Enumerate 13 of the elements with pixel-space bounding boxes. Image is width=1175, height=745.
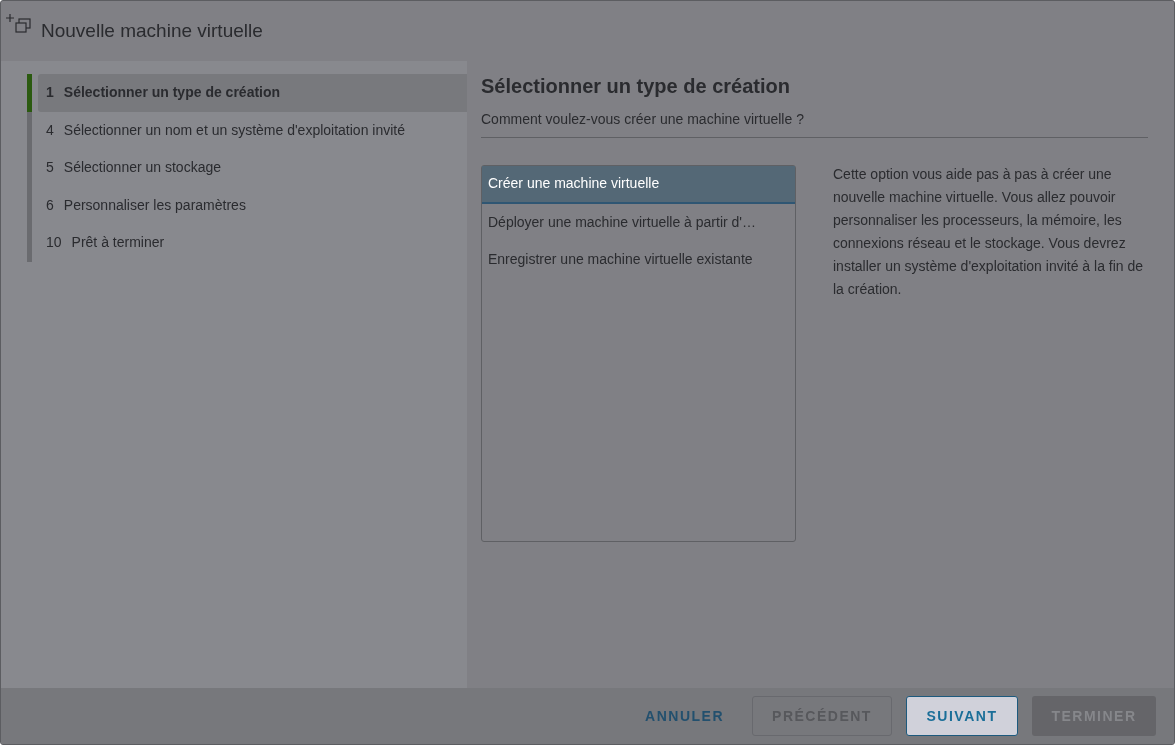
cancel-link[interactable]: ANNULER [631,696,738,736]
wizard-button[interactable]: SUIVANT [906,696,1018,736]
option-description: Cette option vous aide pas à pas à créer une nouvelle machine virtuelle. Vous allez pouvoir personnaliser les processeurs, la mémoire, les connexions réseau et le stockage. Vous devrez installer un système d'exploitation invité à la fin de la création. [833,165,1145,299]
creation-type-option[interactable]: Enregistrer une machine virtuelle existante [482,241,795,279]
page-heading: Sélectionner un type de création [481,74,791,99]
step-item[interactable]: 6 Personnaliser les paramètres [27,186,467,224]
step-item[interactable]: 5 Sélectionner un stockage [27,149,467,187]
step-item[interactable]: 4 Sélectionner un nom et un système d'exploitation invité [27,111,467,149]
page-subtitle: Comment voulez-vous créer une machine virtuelle ? [481,110,805,129]
window-title: Nouvelle machine virtuelle [41,18,263,43]
creation-type-option[interactable]: Créer une machine virtuelle [482,166,795,204]
step-item[interactable]: 10 Prêt à terminer [27,224,467,262]
creation-type-option[interactable]: Déployer une machine virtuelle à partir d'… [482,203,795,241]
